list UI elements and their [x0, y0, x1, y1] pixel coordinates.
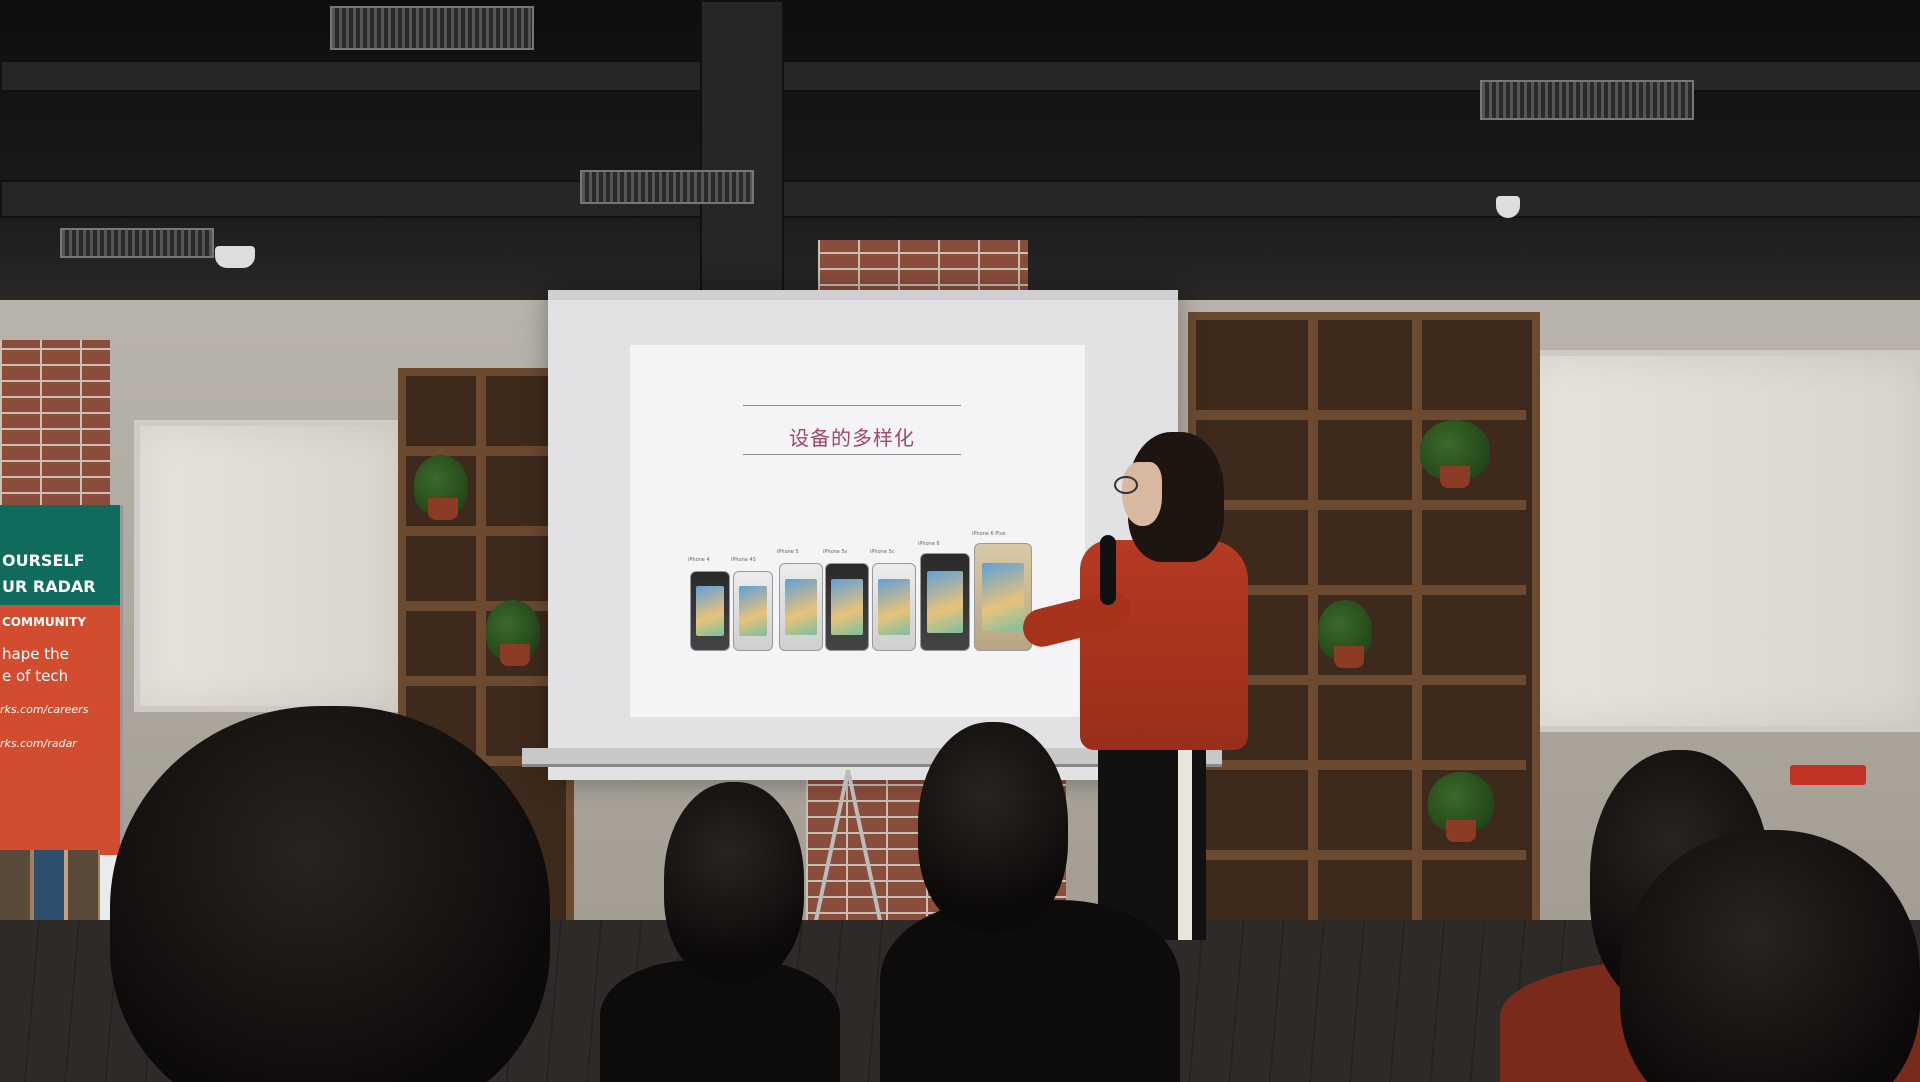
audience-head [918, 722, 1068, 932]
plant-pot [1334, 646, 1364, 668]
audience-head [110, 706, 550, 1082]
banner-line: COMMUNITY [2, 615, 87, 629]
banner-header: OURSELF UR RADAR [0, 505, 120, 605]
plant-pot [1446, 820, 1476, 842]
banner-link: rks.com/careers [0, 703, 89, 716]
ceiling-duct [700, 0, 784, 304]
ceiling-vent [1480, 80, 1694, 120]
plant-pot [428, 498, 458, 520]
phone-label: iPhone 5s [823, 549, 848, 555]
plant-pot [1440, 466, 1470, 488]
banner-line: e of tech [2, 667, 69, 685]
slide-rule-bottom [743, 454, 961, 455]
slide-title: 设备的多样化 [789, 426, 915, 450]
window-blind-right [1520, 350, 1920, 732]
phone-screen [785, 579, 817, 635]
phone-label: iPhone 6 [918, 541, 940, 547]
phone-label: iPhone 5 [777, 549, 799, 555]
microphone [1100, 535, 1116, 605]
window-blind-left [134, 420, 412, 712]
shelf-divider [1196, 410, 1526, 420]
slide-rule-top [743, 405, 961, 406]
phone-screen [831, 579, 863, 635]
phone-image [733, 571, 773, 651]
phone-screen [878, 579, 910, 635]
audience-head [664, 782, 804, 982]
phone-label: iPhone 6 Plus [972, 531, 1006, 537]
slide: 设备的多样化 iPhone 4 iPhone 4S iPhone 5 iPhon… [630, 345, 1085, 717]
ceiling-vent [330, 6, 534, 50]
phone-screen [981, 563, 1025, 631]
audience-shoulders [880, 900, 1180, 1082]
phone-screen [695, 586, 725, 636]
phone-image [872, 563, 916, 651]
phone-label: iPhone 4 [688, 557, 710, 563]
shelf-divider [1412, 320, 1422, 954]
phone-label: iPhone 5c [870, 549, 895, 555]
presenter-face [1122, 462, 1162, 526]
ceiling-vent [60, 228, 214, 258]
phone-label: iPhone 4S [731, 557, 756, 563]
banner-body: COMMUNITY hape the e of tech rks.com/car… [0, 605, 120, 960]
event-banner: OURSELF UR RADAR COMMUNITY hape the e of… [0, 505, 123, 985]
plant-pot [500, 644, 530, 666]
phone-image [974, 543, 1032, 651]
banner-line: OURSELF [2, 551, 85, 570]
phone-screen [738, 586, 768, 636]
phone-image [690, 571, 730, 651]
phone-image [920, 553, 970, 651]
presentation-scene: 设备的多样化 iPhone 4 iPhone 4S iPhone 5 iPhon… [0, 0, 1920, 1082]
banner-link: rks.com/radar [0, 737, 77, 750]
brick-wall-left [0, 340, 110, 510]
red-tray [1790, 765, 1866, 785]
shelf-divider [1308, 320, 1318, 954]
glasses [1114, 476, 1138, 494]
shelf-divider [1196, 500, 1526, 510]
ceiling-duct [0, 180, 1920, 218]
shelf-divider [1196, 760, 1526, 770]
banner-line: UR RADAR [2, 577, 96, 596]
shelf-divider [1196, 850, 1526, 860]
projector [215, 246, 255, 268]
banner-line: hape the [2, 645, 69, 663]
phone-image [779, 563, 823, 651]
phone-screen [926, 571, 964, 633]
phone-image [825, 563, 869, 651]
ceiling-vent [580, 170, 754, 204]
